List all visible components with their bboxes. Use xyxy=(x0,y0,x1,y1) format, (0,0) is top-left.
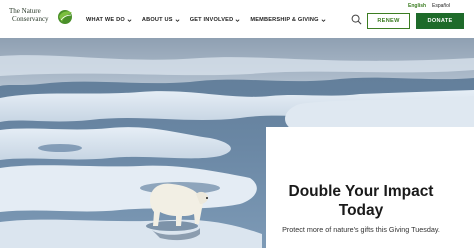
nav-item-membership-giving[interactable]: MEMBERSHIP & GIVING xyxy=(250,17,326,23)
nav-label: GET INVOLVED xyxy=(189,17,234,23)
leaf-globe-icon xyxy=(58,10,72,24)
renew-button[interactable]: RENEW xyxy=(367,13,410,29)
chevron-down-icon xyxy=(321,18,326,22)
promo-title-line2: Today xyxy=(338,202,384,219)
chevron-down-icon xyxy=(127,18,132,22)
hero-banner: Double Your Impact Today Protect more of… xyxy=(0,38,474,248)
nav-item-about-us[interactable]: ABOUT US xyxy=(142,17,180,23)
nav-label: MEMBERSHIP & GIVING xyxy=(250,17,319,23)
search-icon[interactable] xyxy=(351,14,362,25)
nav-item-what-we-do[interactable]: WHAT WE DO xyxy=(86,17,132,23)
logo-line2: Conservancy xyxy=(12,14,49,23)
site-header: The Nature Conservancy WHAT WE DO ABOUT … xyxy=(0,0,474,38)
promo-title-line1: Double Your Impact xyxy=(288,183,434,200)
nav-label: WHAT WE DO xyxy=(86,17,125,23)
promo-card: Double Your Impact Today Protect more of… xyxy=(266,127,474,248)
promo-subtitle: Protect more of nature's gifts this Givi… xyxy=(282,225,440,234)
language-english-link[interactable]: English xyxy=(408,3,426,9)
language-spanish-link[interactable]: Español xyxy=(432,3,450,9)
nav-label: ABOUT US xyxy=(141,17,173,23)
chevron-down-icon xyxy=(235,18,240,22)
donate-button[interactable]: DONATE xyxy=(416,13,464,29)
chevron-down-icon xyxy=(175,18,180,22)
main-nav: WHAT WE DO ABOUT US GET INVOLVED MEMBERS… xyxy=(86,17,336,23)
promo-title: Double Your Impact Today xyxy=(266,182,456,220)
nav-item-get-involved[interactable]: GET INVOLVED xyxy=(190,17,241,23)
site-logo[interactable]: The Nature Conservancy xyxy=(9,7,72,32)
logo-wordmark: The Nature Conservancy xyxy=(9,7,53,23)
